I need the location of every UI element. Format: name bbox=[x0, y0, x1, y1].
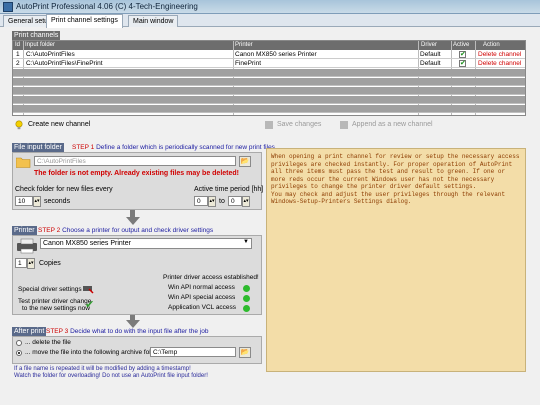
seconds-spinner[interactable]: ▴▾ bbox=[33, 196, 41, 207]
seconds-label: seconds bbox=[44, 198, 71, 205]
col-input-folder: Input folder bbox=[25, 42, 56, 48]
flow-arrow-down-icon bbox=[126, 320, 140, 328]
seconds-input[interactable]: 10 bbox=[15, 196, 33, 206]
col-printer: Printer bbox=[235, 42, 253, 48]
empty-row bbox=[13, 78, 525, 86]
tab-bar: General setup Print channel settings Mai… bbox=[0, 14, 540, 28]
step2-desc: Choose a printer for output and check dr… bbox=[62, 227, 214, 234]
copies-label: Copies bbox=[39, 260, 61, 267]
test-change-label-2[interactable]: to the new settings now bbox=[22, 305, 90, 312]
folder-browse-icon: 📂 bbox=[240, 349, 250, 356]
active-to-input[interactable]: 0 bbox=[228, 196, 242, 206]
delete-file-radio[interactable] bbox=[16, 340, 22, 346]
col-action: Action bbox=[483, 42, 500, 48]
browse-archive-button[interactable]: 📂 bbox=[239, 347, 251, 358]
driver-settings-icon[interactable] bbox=[82, 282, 94, 294]
browse-folder-button[interactable]: 📂 bbox=[239, 156, 251, 167]
append-icon bbox=[340, 121, 348, 129]
special-settings-label: Special driver settings ... bbox=[18, 286, 89, 293]
api-special-status-icon bbox=[243, 295, 250, 302]
step1-desc: Define a folder which is periodically sc… bbox=[96, 144, 275, 151]
table-row[interactable]: 2 C:\AutoPrintFiles\FinePrint FinePrint … bbox=[13, 59, 525, 68]
copies-input[interactable]: 1 bbox=[15, 258, 27, 268]
step3-tag: After print bbox=[12, 327, 47, 336]
checkmark-icon: ✔ bbox=[85, 299, 95, 311]
step1-label: STEP 1 Define a folder which is periodic… bbox=[72, 144, 275, 151]
printer-icon bbox=[16, 238, 38, 254]
empty-row bbox=[13, 96, 525, 104]
copies-spinner[interactable]: ▴▾ bbox=[27, 258, 35, 269]
to-spinner[interactable]: ▴▾ bbox=[242, 196, 250, 207]
step2-label: STEP 2 Choose a printer for output and c… bbox=[38, 227, 213, 234]
folder-browse-icon: 📂 bbox=[240, 158, 250, 165]
step3-label: STEP 3 Decide what to do with the input … bbox=[46, 328, 208, 335]
channels-grid: Id Input folder Printer Driver Active Ac… bbox=[12, 40, 526, 116]
folder-icon bbox=[15, 156, 31, 168]
title-bar: AutoPrint Professional 4.06 (C) 4-Tech-E… bbox=[0, 0, 540, 14]
empty-row bbox=[13, 87, 525, 95]
step2-number: STEP 2 bbox=[38, 227, 61, 234]
folder-warning: The folder is not empty. Already existin… bbox=[34, 170, 239, 177]
tab-print-channel-settings[interactable]: Print channel settings bbox=[46, 14, 123, 28]
delete-channel-link[interactable]: Delete channel bbox=[478, 51, 521, 58]
vcl-access-label: Application VCL access bbox=[168, 304, 237, 311]
delete-file-label[interactable]: ... delete the file bbox=[25, 339, 71, 346]
print-channels-label: Print channels bbox=[12, 31, 61, 40]
empty-row bbox=[13, 105, 525, 113]
tab-main-window[interactable]: Main window bbox=[128, 15, 179, 27]
active-period-label: Active time period [hh] bbox=[194, 186, 264, 193]
move-file-radio[interactable] bbox=[16, 350, 22, 356]
delete-channel-link[interactable]: Delete channel bbox=[478, 60, 521, 67]
row-printer: FinePrint bbox=[235, 60, 262, 67]
archive-folder-field[interactable]: C:\Temp bbox=[150, 347, 236, 357]
row-folder: C:\AutoPrintFiles\FinePrint bbox=[26, 60, 103, 67]
step3-desc: Decide what to do with the input file af… bbox=[70, 328, 209, 335]
access-established-text: Printer driver access established! bbox=[163, 274, 259, 281]
privileges-info-box: When opening a print channel for review … bbox=[266, 148, 526, 372]
lightbulb-icon[interactable] bbox=[14, 120, 24, 130]
vcl-access-status-icon bbox=[243, 305, 250, 312]
col-driver: Driver bbox=[421, 42, 437, 48]
active-from-input[interactable]: 0 bbox=[194, 196, 208, 206]
move-file-label[interactable]: ... move the file into the following arc… bbox=[25, 349, 160, 356]
chevron-down-icon[interactable]: ▼ bbox=[243, 239, 249, 245]
row-printer: Canon MX850 series Printer bbox=[235, 51, 317, 58]
append-channel-button[interactable]: Append as a new channel bbox=[352, 121, 433, 128]
api-normal-label: Win API normal access bbox=[168, 284, 235, 291]
col-active: Active bbox=[453, 42, 470, 48]
timestamp-note: If a file name is repeated it will be mo… bbox=[14, 366, 191, 372]
table-row[interactable]: 1 C:\AutoPrintFiles Canon MX850 series P… bbox=[13, 50, 525, 59]
api-normal-status-icon bbox=[243, 285, 250, 292]
step1-tag: File input folder bbox=[12, 143, 64, 152]
row-folder: C:\AutoPrintFiles bbox=[26, 51, 75, 58]
flow-arrow-down-icon bbox=[126, 217, 140, 225]
from-spinner[interactable]: ▴▾ bbox=[208, 196, 216, 207]
col-id: Id bbox=[15, 42, 21, 48]
row-id: 1 bbox=[16, 51, 20, 58]
input-folder-field[interactable]: C:\AutoPrintFiles bbox=[34, 156, 236, 166]
window-title: AutoPrint Professional 4.06 (C) 4-Tech-E… bbox=[16, 2, 198, 11]
save-changes-button[interactable]: Save changes bbox=[277, 121, 321, 128]
overload-note: Watch the folder for overloading! Do not… bbox=[14, 373, 208, 379]
step2-tag: Printer bbox=[12, 226, 37, 235]
check-interval-label: Check folder for new files every bbox=[15, 186, 113, 193]
test-change-label-1[interactable]: Test printer driver change bbox=[18, 298, 91, 305]
create-channel-button[interactable]: Create new channel bbox=[28, 121, 90, 128]
printer-select[interactable]: Canon MX850 series Printer bbox=[40, 238, 252, 249]
row-active-checkbox[interactable] bbox=[459, 59, 466, 67]
step1-number: STEP 1 bbox=[72, 144, 95, 151]
empty-row bbox=[13, 69, 525, 77]
grid-header: Id Input folder Printer Driver Active Ac… bbox=[13, 41, 525, 50]
app-icon bbox=[3, 2, 13, 12]
to-label: to bbox=[219, 198, 225, 205]
row-driver: Default bbox=[420, 51, 441, 58]
row-id: 2 bbox=[16, 60, 20, 67]
row-driver: Default bbox=[420, 60, 441, 67]
save-icon bbox=[265, 121, 273, 129]
step3-number: STEP 3 bbox=[46, 328, 69, 335]
row-active-checkbox[interactable] bbox=[459, 50, 466, 58]
api-special-label: Win API special access bbox=[168, 294, 236, 301]
